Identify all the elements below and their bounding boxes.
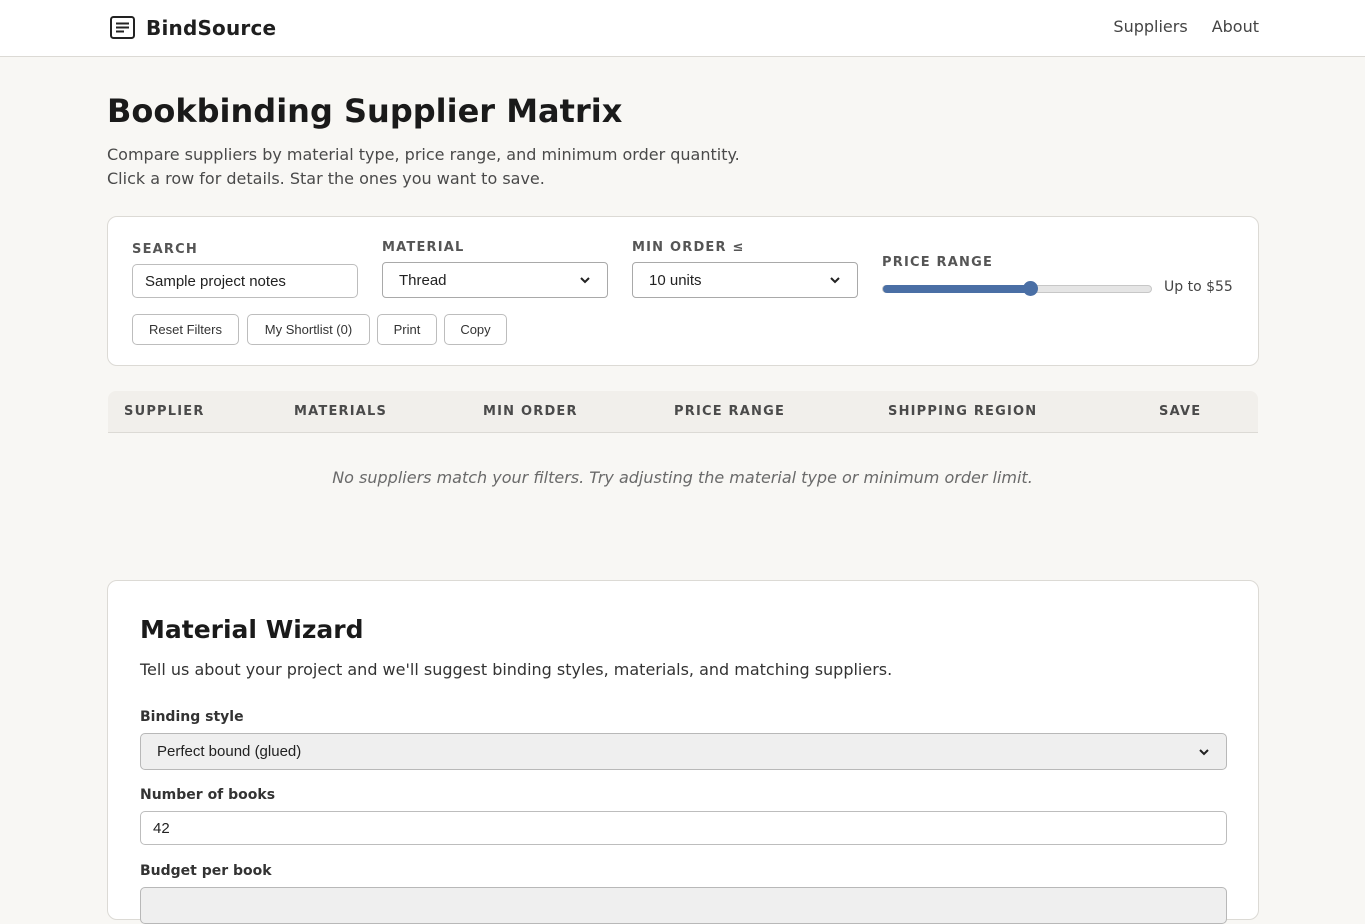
brand-name: BindSource <box>146 15 277 40</box>
slider-thumb[interactable] <box>1023 281 1039 296</box>
material-select[interactable]: Thread <box>382 262 608 298</box>
min-order-select-value: 10 units <box>649 271 702 289</box>
budget-per-book-label: Budget per book <box>140 863 272 879</box>
number-of-books-value: 42 <box>153 819 170 837</box>
chevron-down-icon <box>830 277 840 284</box>
search-input-value: Sample project notes <box>145 272 286 290</box>
material-select-value: Thread <box>399 271 447 289</box>
price-range-label: PRICE RANGE <box>882 255 994 270</box>
column-save: SAVE <box>1159 404 1202 419</box>
number-of-books-input[interactable]: 42 <box>140 811 1227 845</box>
empty-results-message: No suppliers match your filters. Try adj… <box>332 468 1033 487</box>
intro-line-1: Compare suppliers by material type, pric… <box>107 145 740 164</box>
slider-fill <box>883 285 1031 293</box>
copy-button[interactable]: Copy <box>444 314 507 345</box>
binding-style-value: Perfect bound (glued) <box>157 743 302 760</box>
min-order-label: MIN ORDER ≤ <box>632 240 745 255</box>
page-intro: Compare suppliers by material type, pric… <box>107 143 740 191</box>
wizard-description: Tell us about your project and we'll sug… <box>140 660 893 679</box>
binding-style-label: Binding style <box>140 709 244 725</box>
main-nav: Suppliers About <box>1113 17 1259 36</box>
price-range-value: Up to $55 <box>1164 279 1233 295</box>
column-materials[interactable]: MATERIALS <box>294 404 387 419</box>
chevron-down-icon <box>1199 748 1209 755</box>
reset-filters-button[interactable]: Reset Filters <box>132 314 239 345</box>
brand[interactable]: BindSource <box>109 14 276 41</box>
wizard-title: Material Wizard <box>140 615 364 644</box>
filter-panel: SEARCH Sample project notes MATERIAL Thr… <box>107 216 1259 366</box>
print-button[interactable]: Print <box>377 314 437 345</box>
column-shipping-region[interactable]: SHIPPING REGION <box>888 404 1037 419</box>
my-shortlist-button[interactable]: My Shortlist (0) <box>247 314 370 345</box>
search-input[interactable]: Sample project notes <box>132 264 358 298</box>
material-label: MATERIAL <box>382 240 465 255</box>
price-range-slider[interactable] <box>882 281 1152 296</box>
supplier-table-header: SUPPLIER MATERIALS MIN ORDER PRICE RANGE… <box>108 391 1258 433</box>
nav-suppliers-link[interactable]: Suppliers <box>1113 17 1187 36</box>
number-of-books-label: Number of books <box>140 787 276 803</box>
min-order-select[interactable]: 10 units <box>632 262 858 298</box>
search-label: SEARCH <box>132 242 198 257</box>
page-title: Bookbinding Supplier Matrix <box>107 92 623 130</box>
binding-style-select[interactable]: Perfect bound (glued) <box>140 733 1227 770</box>
document-lines-icon <box>110 16 135 39</box>
top-bar: BindSource Suppliers About <box>0 0 1365 57</box>
intro-line-2: Click a row for details. Star the ones y… <box>107 169 545 188</box>
column-price-range[interactable]: PRICE RANGE <box>674 404 785 419</box>
nav-about-link[interactable]: About <box>1212 17 1259 36</box>
chevron-down-icon <box>580 277 590 284</box>
column-supplier[interactable]: SUPPLIER <box>124 404 205 419</box>
budget-per-book-select[interactable] <box>140 887 1227 924</box>
material-wizard-panel: Material Wizard Tell us about your proje… <box>107 580 1259 924</box>
column-min-order[interactable]: MIN ORDER <box>483 404 578 419</box>
